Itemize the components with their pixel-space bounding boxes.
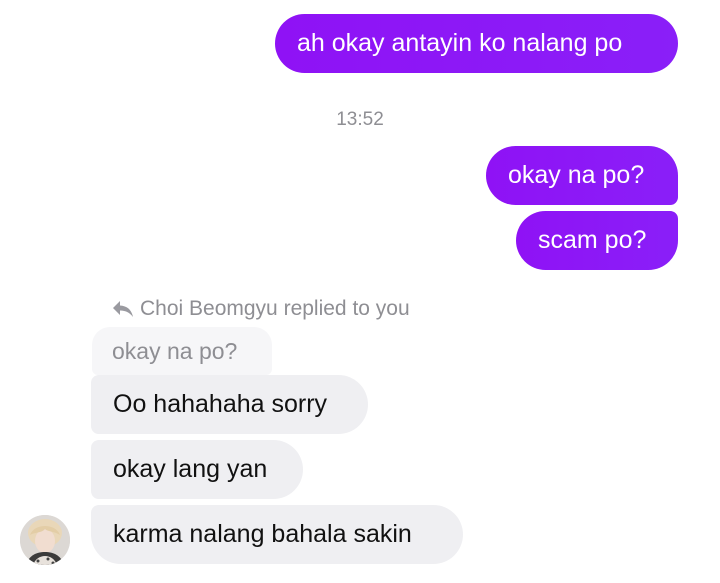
received-message-bubble[interactable]: karma nalang bahala sakin xyxy=(91,505,463,564)
received-message-bubble[interactable]: okay lang yan xyxy=(91,440,303,499)
message-text: okay lang yan xyxy=(113,455,268,483)
sent-message-bubble[interactable]: ah okay antayin ko nalang po xyxy=(275,14,678,73)
sent-message-bubble[interactable]: scam po? xyxy=(516,211,678,270)
message-text: ah okay antayin ko nalang po xyxy=(297,29,623,57)
timestamp: 13:52 xyxy=(336,109,384,130)
quoted-message-text: okay na po? xyxy=(112,337,238,364)
reply-arrow-icon xyxy=(112,300,134,318)
avatar-photo xyxy=(20,515,70,565)
message-text: karma nalang bahala sakin xyxy=(113,520,412,548)
message-text: okay na po? xyxy=(508,161,645,189)
contact-avatar[interactable] xyxy=(20,515,70,565)
received-message-bubble[interactable]: Oo hahahaha sorry xyxy=(91,375,368,434)
message-text: scam po? xyxy=(538,226,647,254)
reply-header: Choi Beomgyu replied to you xyxy=(112,297,410,321)
sent-message-bubble[interactable]: okay na po? xyxy=(486,146,678,205)
message-text: Oo hahahaha sorry xyxy=(113,390,328,418)
quoted-message[interactable]: okay na po? xyxy=(92,327,272,375)
reply-header-text: Choi Beomgyu replied to you xyxy=(140,297,410,320)
